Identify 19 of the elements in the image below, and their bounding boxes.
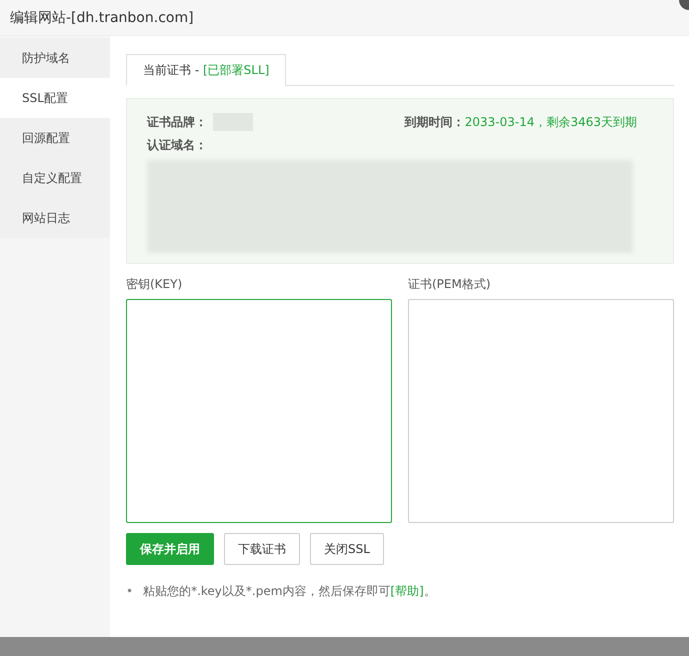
note-text: 粘贴您的*.key以及*.pem内容，然后保存即可[帮助]。 bbox=[143, 583, 436, 599]
sidebar-item[interactable]: 回源配置 bbox=[0, 118, 110, 158]
brand-label: 证书品牌： bbox=[147, 114, 207, 130]
expiry-label: 到期时间： bbox=[404, 114, 465, 130]
text-area[interactable] bbox=[408, 299, 674, 523]
window-title: 编辑网站-[dh.tranbon.com] bbox=[10, 8, 194, 26]
expiry-value: 2033-03-14，剩余3463天到期 bbox=[464, 114, 637, 130]
action-button[interactable]: 关闭SSL bbox=[310, 533, 384, 565]
sidebar-item[interactable]: 网站日志 bbox=[0, 198, 110, 238]
sidebar-item[interactable]: SSL配置 bbox=[0, 78, 110, 118]
sidebar-item[interactable]: 自定义配置 bbox=[0, 158, 110, 198]
field-label: 证书(PEM格式) bbox=[408, 276, 492, 293]
domain-label: 认证域名： bbox=[147, 137, 208, 154]
sidebar-item[interactable]: 防护域名 bbox=[0, 38, 110, 78]
field-label: 密钥(KEY) bbox=[126, 276, 184, 293]
action-button[interactable]: 下载证书 bbox=[224, 533, 300, 565]
bullet-mark: • bbox=[126, 583, 134, 599]
tab[interactable]: 当前证书 - [已部署SLL] bbox=[126, 54, 286, 86]
text-area[interactable] bbox=[126, 299, 392, 523]
